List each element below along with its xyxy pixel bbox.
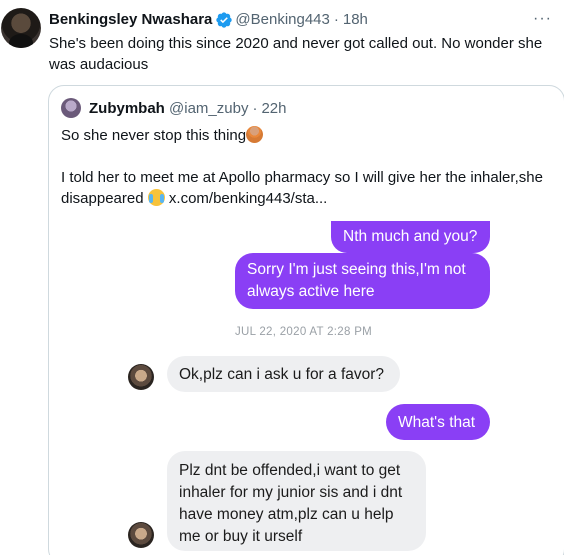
chat-message-outgoing: Nth much and you? [331, 221, 490, 253]
chat-message-outgoing: Sorry I'm just seeing this,I'm not alway… [235, 253, 490, 309]
tweet-header: Benkingsley Nwashara @Benking443 · 18h [49, 10, 368, 30]
person-gesturing-emoji-icon [246, 126, 264, 143]
separator-dot: · [333, 11, 339, 28]
chat-contact-avatar [128, 522, 154, 548]
quote-author-avatar [61, 98, 81, 118]
author-avatar[interactable] [1, 8, 41, 48]
author-name[interactable]: Benkingsley Nwashara [49, 10, 212, 30]
tweet-text: She's been doing this since 2020 and nev… [49, 35, 543, 73]
chat-message-outgoing: What's that [386, 404, 490, 440]
quote-header: Zubymbah @iam_zuby · 22h [89, 99, 286, 119]
verified-badge-icon [216, 12, 233, 28]
chat-message-incoming: Ok,plz can i ask u for a favor? [167, 356, 400, 392]
quote-separator-dot: · [252, 100, 258, 117]
more-options-icon[interactable]: ··· [533, 10, 552, 28]
author-handle[interactable]: @Benking443 [235, 10, 329, 30]
chat-screenshot-image: Nth much and you? Sorry I'm just seeing … [117, 221, 490, 555]
quote-author-name: Zubymbah [89, 100, 165, 117]
chat-contact-avatar [128, 364, 154, 390]
quote-author-handle: @iam_zuby [169, 100, 249, 117]
quoted-tweet[interactable]: Zubymbah @iam_zuby · 22h So she never stop… [48, 85, 564, 555]
chat-message-incoming: Plz dnt be offended,i want to get inhale… [167, 451, 426, 551]
quote-time: 22h [261, 100, 287, 117]
tweet-time[interactable]: 18h [343, 10, 368, 30]
quote-line-1: So she never stop this thing [61, 127, 247, 144]
quote-link[interactable]: x.com/benking443/sta... [169, 190, 327, 207]
crying-laughing-emoji-icon [147, 189, 165, 206]
quote-text: So she never stop this thing I told her … [61, 125, 551, 209]
chat-timestamp: JUL 22, 2020 AT 2:28 PM [234, 326, 373, 338]
